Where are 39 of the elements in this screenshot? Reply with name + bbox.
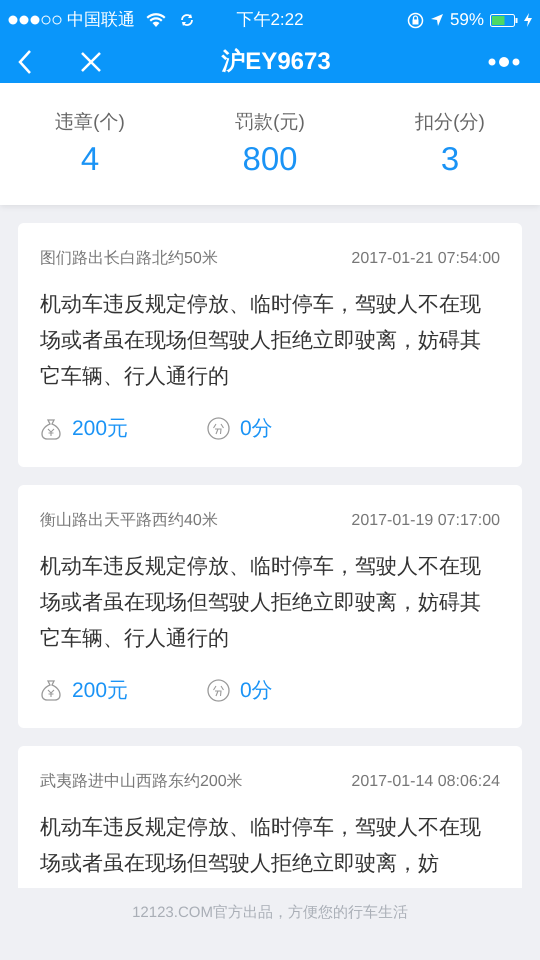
clock: 下午2:22 — [235, 9, 305, 32]
location-text: 衡山路出天平路西约40米 — [40, 510, 218, 530]
violation-description: 机动车违反规定停放、临时停车，驾驶人不在现场或者虽在现场但驾驶人拒绝立即驶离，妨碍其它车辆、行人通行的 — [40, 292, 482, 390]
summary-value: 3 — [440, 139, 460, 180]
points-icon — [207, 417, 230, 440]
summary-label: 违章(个) — [55, 110, 125, 135]
summary-label: 罚款(元) — [235, 110, 305, 135]
points-amount: 0分 — [240, 416, 273, 442]
signal-icon — [8, 14, 62, 26]
more-icon — [488, 56, 520, 68]
carrier-name: 中国联通 — [67, 9, 135, 32]
money-bag-icon — [40, 418, 62, 440]
points-icon — [207, 678, 230, 702]
fine-amount: 200元 — [72, 678, 130, 704]
money-bag-icon — [40, 679, 62, 702]
summary-label: 扣分(分) — [415, 110, 485, 135]
footer-text: 12123.COM官方出品，方便您的行车生活 — [132, 903, 408, 923]
battery-icon — [490, 14, 518, 26]
violation-card[interactable]: 武夷路进中山西路东约200米 2017-01-14 08:06:24 机动车违反规定停放、临时停车，驾驶人不在现场或者虽在现场但驾驶人拒绝立即驶离，妨 — [18, 746, 522, 888]
fine-amount: 200元 — [72, 416, 130, 442]
charging-icon — [524, 13, 532, 27]
summary-value: 4 — [80, 139, 100, 180]
violation-description: 机动车违反规定停放、临时停车，驾驶人不在现场或者虽在现场但驾驶人拒绝立即驶离，妨碍其它车辆、行人通行的 — [40, 554, 482, 652]
violation-time: 2017-01-14 08:06:24 — [351, 772, 500, 792]
location-text: 武夷路进中山西路东约200米 — [40, 772, 243, 792]
rotation-lock-icon — [406, 12, 424, 28]
location-text: 图们路出长白路北约50米 — [40, 248, 218, 269]
location-arrow-icon — [430, 13, 444, 27]
points-amount: 0分 — [240, 678, 273, 704]
violation-description: 机动车违反规定停放、临时停车，驾驶人不在现场或者虽在现场但驾驶人拒绝立即驶离，妨 — [40, 815, 482, 877]
summary-value: 800 — [242, 139, 298, 180]
sync-icon — [179, 12, 195, 28]
violation-card[interactable]: 衡山路出天平路西约40米 2017-01-19 07:17:00 机动车违反规定停放、临时停车，驾驶人不在现场或者虽在现场但驾驶人拒绝立即驶离，妨碍其它车辆、行人通行的 200元 0分 — [18, 484, 522, 728]
violation-time: 2017-01-19 07:17:00 — [351, 510, 500, 530]
battery-percent: 59% — [450, 9, 484, 32]
violation-card[interactable]: 图们路出长白路北约50米 2017-01-21 07:54:00 机动车违反规定停放、临时停车，驾驶人不在现场或者虽在现场但驾驶人拒绝立即驶离，妨碍其它车辆、行人通行的 200元 0分 — [18, 223, 522, 466]
violation-time: 2017-01-21 07:54:00 — [351, 249, 500, 269]
plate-title: 沪EY9673 — [220, 46, 332, 76]
wifi-icon — [146, 13, 166, 27]
